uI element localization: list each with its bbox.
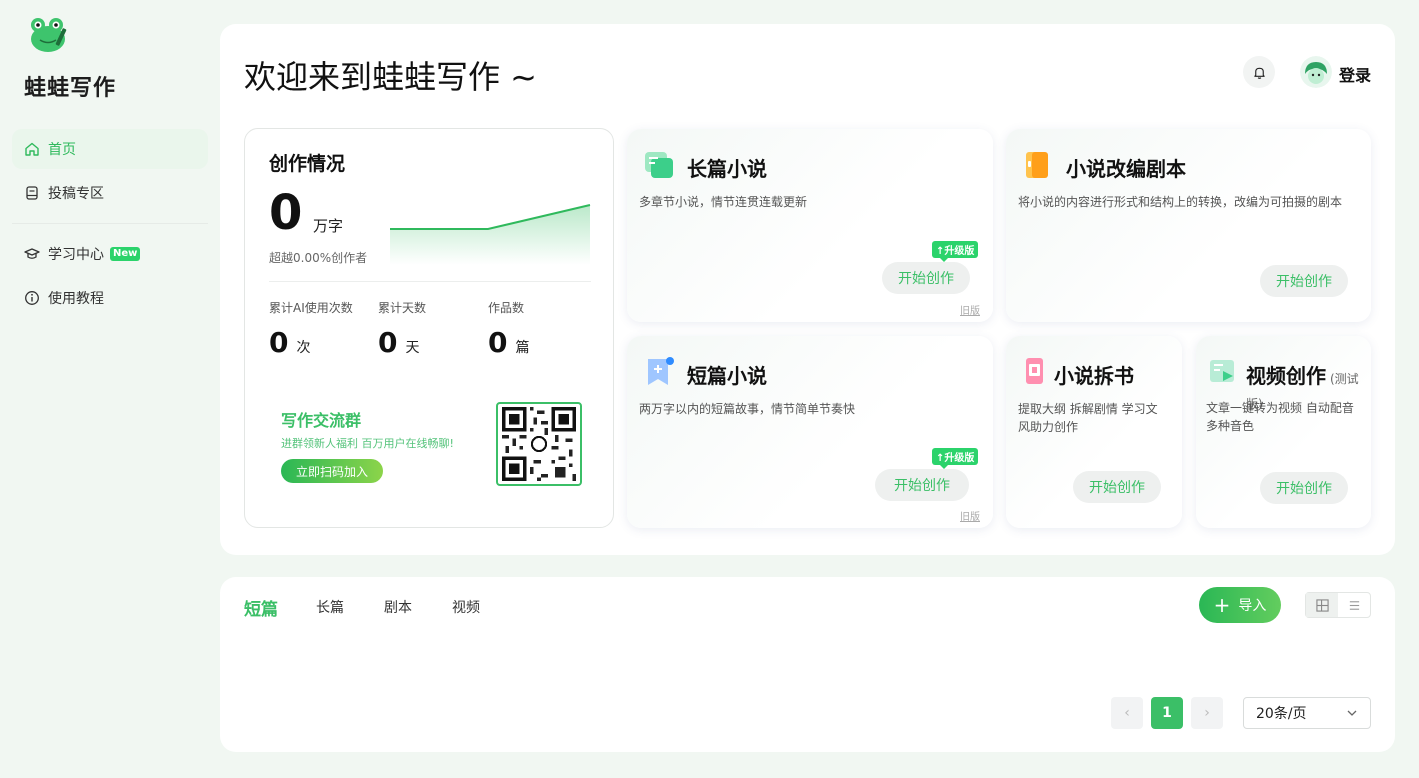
tab-video[interactable]: 视频: [452, 597, 480, 617]
rank-text: 超越0.00%创作者: [269, 251, 368, 265]
group-title: 写作交流群: [281, 411, 362, 430]
import-button[interactable]: + 导入: [1199, 587, 1281, 623]
sidebar-item-tutorial[interactable]: 使用教程: [12, 278, 208, 318]
upgrade-badge: ↑升级版: [932, 448, 979, 469]
start-create-button[interactable]: 开始创作: [882, 262, 970, 294]
import-label: 导入: [1238, 598, 1267, 614]
brand-name: 蛙蛙写作: [24, 76, 117, 101]
page-number[interactable]: 1: [1151, 697, 1183, 729]
chevron-right-icon: ›: [1204, 705, 1210, 721]
grid-view-button[interactable]: [1306, 593, 1338, 617]
list-view-button[interactable]: [1338, 593, 1370, 617]
chevron-down-icon: [1347, 710, 1357, 716]
list-icon: [1349, 600, 1359, 610]
card-video-creation[interactable]: 视频创作 (测试版) 文章一键转为视频 自动配音多种音色 开始创作: [1196, 336, 1371, 528]
page-size-value: 20条/页: [1256, 706, 1307, 722]
sidebar-item-label: 投稿专区: [48, 186, 104, 202]
next-page-button[interactable]: ›: [1191, 697, 1223, 729]
tab-short[interactable]: 短篇: [244, 595, 278, 620]
upgrade-badge: ↑升级版: [932, 241, 979, 262]
plus-icon: +: [1213, 593, 1231, 617]
card-description: 提取大纲 拆解剧情 学习文风助力创作: [1018, 402, 1158, 434]
avatar[interactable]: [1300, 56, 1332, 88]
old-version-link[interactable]: 旧版: [960, 302, 980, 317]
card-description: 文章一键转为视频 自动配音多种音色: [1206, 401, 1354, 433]
start-create-button[interactable]: 开始创作: [875, 469, 969, 501]
word-count: 0: [269, 185, 303, 241]
metric-unit: 天: [405, 340, 420, 356]
view-toggle: [1305, 592, 1371, 618]
card-description: 多章节小说，情节连贯连载更新: [639, 195, 808, 209]
phone-book-icon: [1026, 358, 1043, 384]
sidebar-item-label: 学习中心: [48, 247, 104, 263]
prev-page-button[interactable]: ‹: [1111, 697, 1143, 729]
card-novel-adaptation[interactable]: 小说改编剧本 将小说的内容进行形式和结构上的转换，改编为可拍摄的剧本 开始创作: [1006, 129, 1371, 322]
sidebar-item-learning[interactable]: 学习中心 New: [12, 234, 208, 274]
frog-logo-icon[interactable]: [26, 14, 70, 54]
metric-unit: 次: [296, 340, 311, 356]
video-icon: [1210, 360, 1234, 382]
stats-title: 创作情况: [269, 153, 346, 175]
creation-stats-card: 创作情况 0 万字 超越0.00%创作者 累计AI使用次数 0次 累计天数 0天…: [244, 128, 614, 528]
card-long-novel[interactable]: 长篇小说 多章节小说，情节连贯连载更新 ↑升级版 开始创作 旧版: [627, 129, 993, 322]
trend-sparkline: [390, 204, 591, 265]
new-badge: New: [110, 247, 141, 261]
metric-value: 0: [488, 326, 508, 359]
card-book-analysis[interactable]: 小说拆书 提取大纲 拆解剧情 学习文风助力创作 开始创作: [1006, 336, 1182, 528]
card-title-text: 视频创作: [1246, 364, 1326, 388]
document-stack-icon: [645, 152, 673, 178]
card-short-novel[interactable]: 短篇小说 两万字以内的短篇故事，情节简单节奏快 ↑升级版 开始创作 旧版: [627, 336, 993, 528]
sidebar: 蛙蛙写作 首页 投稿专区 学习中心 New 使用教程: [0, 0, 220, 778]
graduation-cap-icon: [24, 246, 40, 262]
card-title: 小说拆书: [1054, 364, 1134, 388]
start-create-button[interactable]: 开始创作: [1260, 265, 1348, 297]
metric-label: 累计天数: [378, 301, 427, 315]
stats-divider: [269, 281, 591, 282]
grid-icon: [1315, 598, 1329, 612]
bell-icon: [1253, 67, 1265, 79]
card-description: 两万字以内的短篇故事，情节简单节奏快: [639, 402, 856, 416]
sidebar-item-home[interactable]: 首页: [12, 129, 208, 169]
info-icon: [24, 290, 40, 306]
word-count-unit: 万字: [313, 217, 344, 235]
old-version-link[interactable]: 旧版: [960, 508, 980, 523]
join-group-button[interactable]: 立即扫码加入: [281, 459, 383, 483]
page-size-select[interactable]: 20条/页: [1243, 697, 1371, 729]
card-title: 短篇小说: [687, 364, 767, 388]
sidebar-divider: [12, 223, 208, 224]
metric-ai-uses: 累计AI使用次数 0次: [269, 299, 369, 359]
metric-value: 0: [378, 326, 398, 359]
group-subtitle: 进群领新人福利 百万用户在线畅聊!: [281, 437, 454, 450]
metric-works: 作品数 0篇: [488, 299, 588, 359]
metric-label: 作品数: [488, 301, 525, 315]
tab-long[interactable]: 长篇: [316, 597, 344, 617]
start-create-button[interactable]: 开始创作: [1073, 471, 1161, 503]
card-description: 将小说的内容进行形式和结构上的转换，改编为可拍摄的剧本: [1018, 195, 1343, 209]
sidebar-item-label: 首页: [48, 142, 76, 158]
chevron-left-icon: ‹: [1124, 705, 1130, 721]
tab-script[interactable]: 剧本: [384, 597, 412, 617]
sidebar-item-label: 使用教程: [48, 291, 104, 307]
metric-value: 0: [269, 326, 289, 359]
page-title: 欢迎来到蛙蛙写作 ~: [244, 58, 537, 96]
notification-button[interactable]: [1243, 56, 1275, 88]
sidebar-item-submissions[interactable]: 投稿专区: [12, 173, 208, 213]
bookmark-plus-icon: [648, 357, 674, 385]
home-icon: [24, 141, 40, 157]
start-create-button[interactable]: 开始创作: [1260, 472, 1348, 504]
submit-icon: [24, 185, 40, 201]
qr-code: [496, 402, 582, 486]
card-title: 小说改编剧本: [1066, 157, 1186, 181]
metric-unit: 篇: [515, 340, 530, 356]
script-book-icon: [1026, 152, 1048, 178]
metric-label: 累计AI使用次数: [269, 301, 353, 315]
metric-days: 累计天数 0天: [378, 299, 478, 359]
login-link[interactable]: 登录: [1339, 62, 1371, 86]
card-title: 长篇小说: [687, 157, 767, 181]
